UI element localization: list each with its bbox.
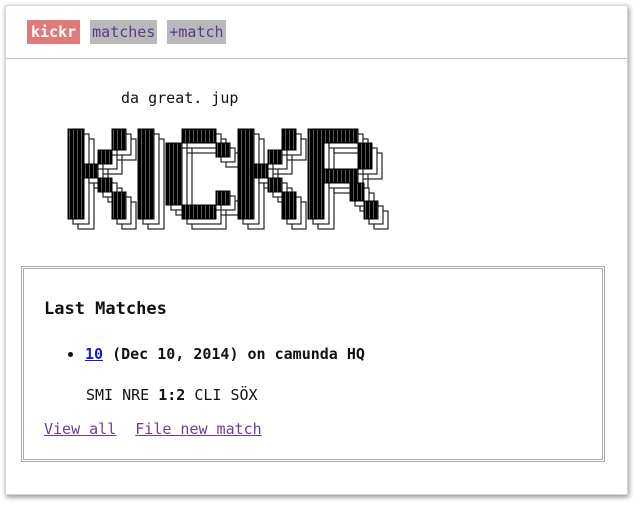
panel-title: Last Matches [44, 299, 167, 319]
team-a: SMI NRE [86, 386, 150, 404]
top-nav: kickr matches +match [6, 6, 627, 59]
bullet-icon [68, 351, 73, 357]
team-b: CLI SÖX [194, 386, 258, 404]
match-score: 1:2 [158, 386, 186, 404]
file-new-match-link[interactable]: File new match [135, 420, 261, 438]
nav-item-matches[interactable]: matches [90, 20, 158, 44]
panel-links: View all File new match [44, 420, 272, 438]
nav-item-add-match[interactable]: +match [167, 20, 226, 44]
kickr-logo [58, 124, 418, 238]
last-matches-panel: Last Matches 10 (Dec 10, 2014) on camund… [21, 266, 605, 462]
tagline: da great. jup [121, 89, 239, 107]
match-number-link[interactable]: 10 [85, 345, 103, 363]
match-score-line: SMI NRE 1:2 CLI SÖX [86, 386, 258, 404]
match-list: 10 (Dec 10, 2014) on camunda HQ [68, 345, 365, 363]
match-details: (Dec 10, 2014) on camunda HQ [112, 345, 365, 363]
view-all-link[interactable]: View all [44, 420, 116, 438]
nav-brand-link[interactable]: kickr [27, 20, 81, 44]
list-item: 10 (Dec 10, 2014) on camunda HQ [68, 345, 365, 363]
